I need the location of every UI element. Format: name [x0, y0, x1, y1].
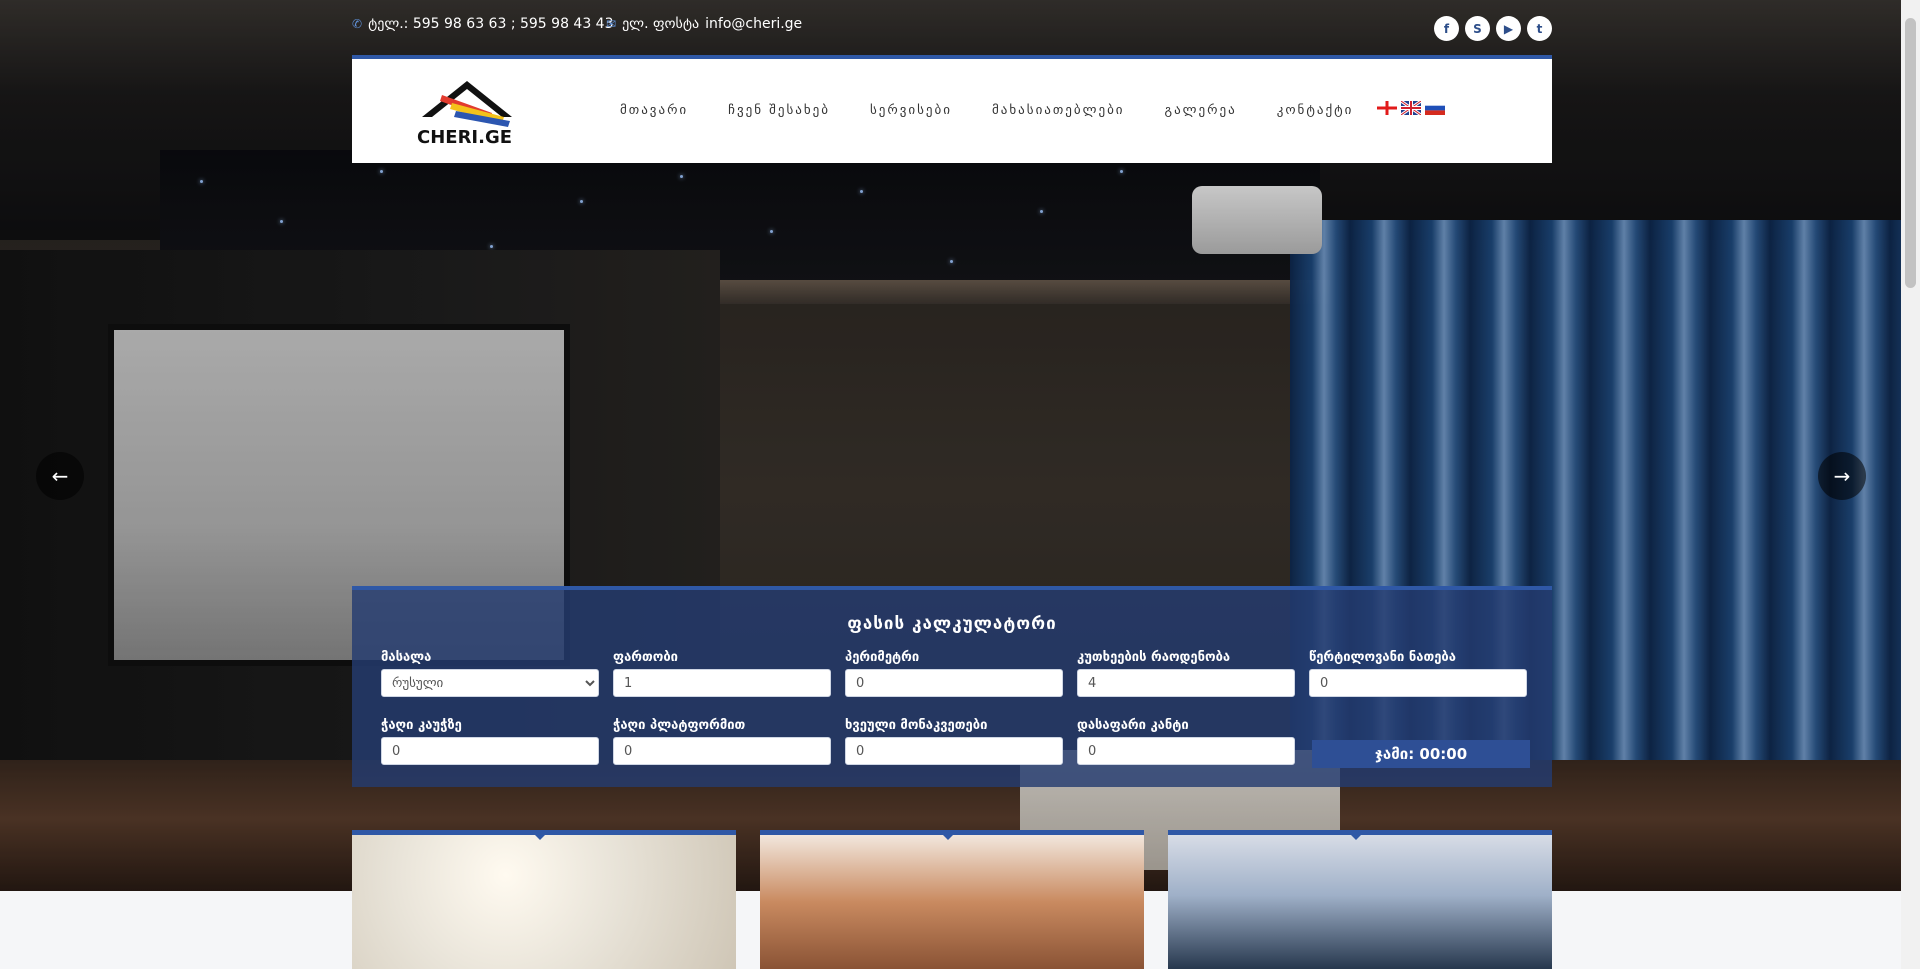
main-menu: მთავარი ჩვენ შესახებ სერვისები მახასიათე… — [620, 103, 1353, 118]
feature-card[interactable] — [1168, 830, 1552, 969]
nav-home[interactable]: მთავარი — [620, 103, 688, 118]
curved-sections-input[interactable]: 0 — [845, 737, 1063, 765]
spotlights-field: წერტილოვანი ნათება 0 — [1309, 650, 1527, 697]
youtube-icon[interactable]: ▶ — [1496, 16, 1521, 41]
language-switcher — [1377, 101, 1445, 115]
edge-trim-label: დასაფარი კანტი — [1077, 718, 1189, 733]
cheri-logo[interactable]: CHERI.GE — [412, 77, 522, 147]
material-select[interactable]: რუსული — [381, 669, 599, 697]
arrow-left-icon: ← — [51, 464, 69, 488]
feature-card[interactable] — [760, 830, 1144, 969]
lamp-hook-input[interactable]: 0 — [381, 737, 599, 765]
perimeter-input[interactable]: 0 — [845, 669, 1063, 697]
calculator-title: ფასის კალკულატორი — [847, 614, 1057, 634]
corners-field: კუთხეების რაოდენობა 4 — [1077, 650, 1295, 697]
email-contact[interactable]: ✉ ელ. ფოსტა info@cheri.ge — [606, 16, 802, 32]
facebook-icon[interactable]: f — [1434, 16, 1459, 41]
email-label: ელ. ფოსტა — [622, 16, 700, 32]
corners-input[interactable]: 4 — [1077, 669, 1295, 697]
feature-card[interactable] — [352, 830, 736, 969]
lamp-platform-label: ჭაღი პლატფორმით — [613, 718, 746, 733]
scrollbar-thumb[interactable] — [1905, 18, 1916, 288]
perimeter-field: პერიმეტრი 0 — [845, 650, 1063, 697]
total-price: ჯამი: 00:00 — [1312, 740, 1530, 768]
card-notch — [1346, 835, 1366, 840]
material-label: მასალა — [381, 650, 432, 665]
lamp-hook-field: ჭაღი კაუჭზე 0 — [381, 718, 599, 765]
arrow-right-icon: → — [1833, 464, 1851, 488]
nav-gallery[interactable]: გალერეა — [1165, 103, 1237, 118]
perimeter-label: პერიმეტრი — [845, 650, 920, 665]
spotlights-input[interactable]: 0 — [1309, 669, 1527, 697]
card-notch — [938, 835, 958, 840]
page-scrollbar[interactable] — [1901, 0, 1920, 969]
feature-cards — [352, 830, 1552, 969]
curved-sections-label: ხვეული მონაკვეთები — [845, 718, 988, 733]
corners-label: კუთხეების რაოდენობა — [1077, 650, 1231, 665]
phone-icon: ✆ — [352, 17, 363, 31]
georgia-flag-icon[interactable] — [1377, 101, 1397, 115]
lamp-platform-field: ჭაღი პლატფორმით 0 — [613, 718, 831, 765]
nav-services[interactable]: სერვისები — [870, 103, 952, 118]
social-links: f S ▶ t — [1434, 16, 1552, 41]
phone-contact: ✆ ტელ.: 595 98 63 63 ; 595 98 43 43 — [352, 16, 614, 32]
material-field: მასალა რუსული — [381, 650, 599, 697]
curved-sections-field: ხვეული მონაკვეთები 0 — [845, 718, 1063, 765]
area-field: ფართობი 1 — [613, 650, 831, 697]
twitter-icon[interactable]: t — [1527, 16, 1552, 41]
card-notch — [530, 835, 550, 840]
slider-next-button[interactable]: → — [1818, 452, 1866, 500]
area-label: ფართობი — [613, 650, 678, 665]
nav-about[interactable]: ჩვენ შესახებ — [728, 103, 830, 118]
edge-trim-field: დასაფარი კანტი 0 — [1077, 718, 1295, 765]
nav-features[interactable]: მახასიათებლები — [992, 103, 1125, 118]
lamp-platform-input[interactable]: 0 — [613, 737, 831, 765]
nav-contact[interactable]: კონტაქტი — [1277, 103, 1354, 118]
skype-icon[interactable]: S — [1465, 16, 1490, 41]
email-text[interactable]: info@cheri.ge — [705, 16, 802, 32]
phone-text: ტელ.: 595 98 63 63 ; 595 98 43 43 — [368, 16, 614, 32]
price-calculator: ფასის კალკულატორი მასალა რუსული ფართობი … — [352, 586, 1552, 787]
topbar: ✆ ტელ.: 595 98 63 63 ; 595 98 43 43 ✉ ელ… — [352, 16, 1552, 41]
lamp-hook-label: ჭაღი კაუჭზე — [381, 718, 462, 733]
envelope-icon: ✉ — [606, 17, 617, 31]
spotlights-label: წერტილოვანი ნათება — [1309, 650, 1456, 665]
uk-flag-icon[interactable] — [1401, 101, 1421, 115]
area-input[interactable]: 1 — [613, 669, 831, 697]
main-navbar: CHERI.GE მთავარი ჩვენ შესახებ სერვისები … — [352, 55, 1552, 163]
slider-prev-button[interactable]: ← — [36, 452, 84, 500]
edge-trim-input[interactable]: 0 — [1077, 737, 1295, 765]
logo-text: CHERI.GE — [417, 127, 512, 147]
russia-flag-icon[interactable] — [1425, 101, 1445, 115]
